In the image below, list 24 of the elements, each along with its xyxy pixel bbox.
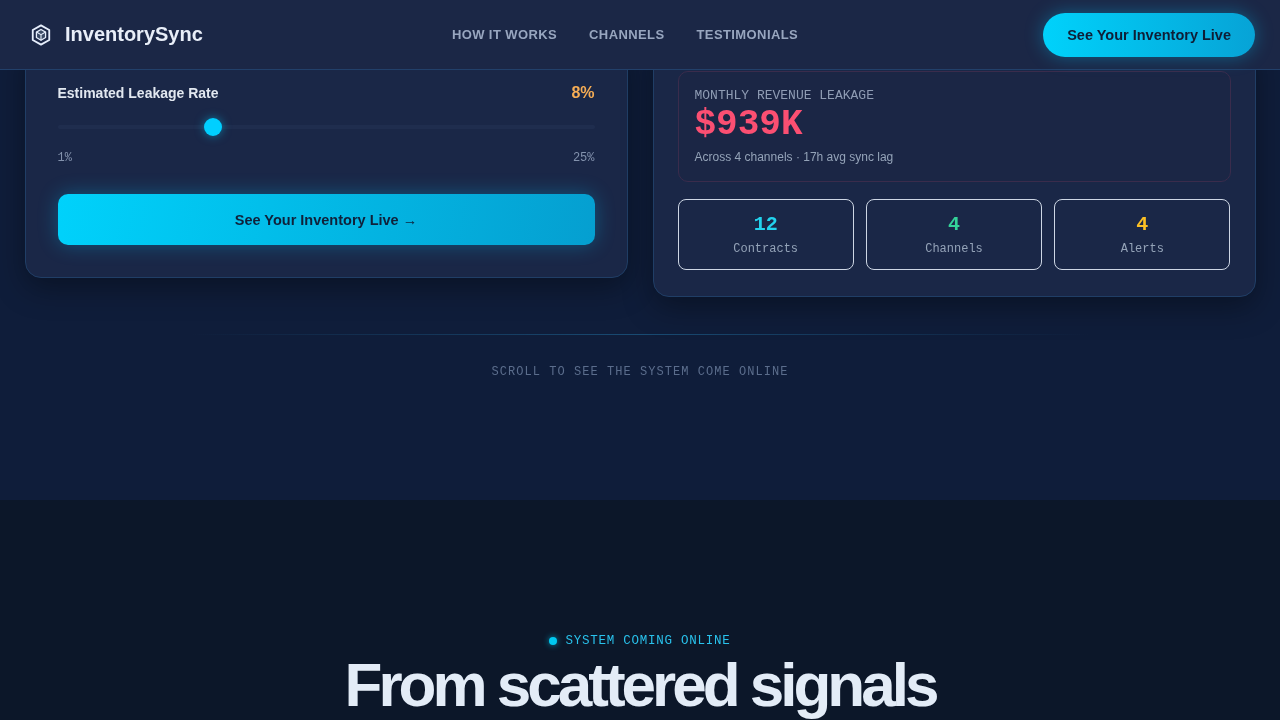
stat-label: Contracts (733, 241, 799, 256)
leakage-value: $939K (694, 104, 804, 146)
status-dot-icon (549, 637, 558, 645)
stat-value: 4 (1136, 213, 1149, 236)
stat-label: Alerts (1120, 241, 1164, 256)
nav-link[interactable]: HOW IT WORKS (451, 27, 558, 42)
stat-value: 4 (948, 213, 960, 236)
hexagon-cube-logo-icon (30, 23, 52, 46)
leakage-label: MONTHLY REVENUE LEAKAGE (694, 88, 875, 103)
brand-name[interactable]: InventorySync (65, 23, 203, 46)
nav-link[interactable]: CHANNELS (589, 27, 665, 42)
section-eyebrow: SYSTEM COMING ONLINE (565, 634, 731, 648)
slider-max-label: 25% (572, 151, 595, 165)
slider-handle[interactable] (204, 118, 223, 136)
see-inventory-button[interactable]: See Your Inventory Live → (57, 194, 595, 245)
scroll-hint: SCROLL TO SEE THE SYSTEM COME ONLINE (491, 365, 789, 379)
slider-label: Estimated Leakage Rate (57, 85, 219, 101)
stat-value: 12 (753, 213, 778, 236)
slider-min-label: 1% (57, 151, 72, 165)
cta-button[interactable]: See Your Inventory Live (1043, 12, 1255, 57)
nav-link[interactable]: TESTIMONIALS (696, 27, 799, 42)
stat-label: Channels (925, 241, 983, 256)
slider-reading: 8% (571, 84, 595, 102)
leakage-note: Across 4 channels · 17h avg sync lag (694, 150, 895, 164)
